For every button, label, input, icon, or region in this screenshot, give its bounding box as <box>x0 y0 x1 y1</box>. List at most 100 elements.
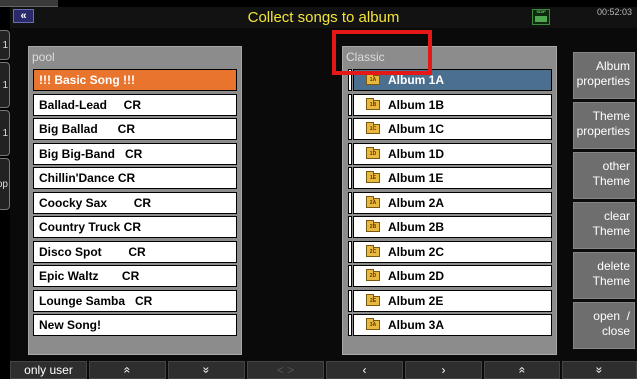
pool-item[interactable]: Big Ballad CR <box>33 118 237 143</box>
album-item[interactable]: 3A Album 3A <box>347 314 552 339</box>
album-marker <box>348 142 352 165</box>
album-marker <box>348 289 352 312</box>
outer-edge-button: op <box>0 158 10 210</box>
clear-theme-button[interactable]: clear Theme <box>573 202 635 249</box>
pool-item[interactable]: Big Big-Band CR <box>33 142 237 168</box>
album-marker <box>348 314 352 336</box>
album-marker <box>348 240 352 263</box>
folder-tag: 2E <box>369 297 377 304</box>
pool-panel: pool !!! Basic Song !!! Ballad-Lead CR B… <box>28 46 242 355</box>
album-item-label: Album 1E <box>388 171 444 185</box>
album-item-label: Album 1C <box>388 122 445 136</box>
pool-item-label: Chillin'Dance CR <box>33 167 237 189</box>
folder-tag: 2C <box>369 248 377 255</box>
album-folder-icon: 2E <box>366 293 380 306</box>
double-chevron-down-icon: » <box>199 366 214 374</box>
highlight-box <box>332 30 432 75</box>
pool-item-label: Coocky Sax CR <box>33 191 237 214</box>
theme-properties-button[interactable]: Theme properties <box>573 102 635 149</box>
pool-list: !!! Basic Song !!! Ballad-Lead CR Big Ba… <box>33 69 237 339</box>
folder-tag: 2D <box>369 273 377 279</box>
folder-tag: 2A <box>369 199 377 206</box>
folder-tag: 1A <box>369 77 377 83</box>
pool-item[interactable]: Ballad-Lead CR <box>33 93 237 119</box>
storage-level <box>535 16 547 22</box>
outer-edge-label: op <box>0 178 8 190</box>
pool-item-label: Big Ballad CR <box>33 118 237 140</box>
outer-edge-button: 1 <box>0 62 10 108</box>
album-scroll-down-button[interactable]: » <box>562 361 637 379</box>
album-item-label: Album 3A <box>388 318 445 332</box>
album-properties-button[interactable]: Album properties <box>573 52 635 99</box>
pool-item[interactable]: New Song! <box>33 314 237 339</box>
album-folder-icon: 1B <box>366 97 380 110</box>
pool-item[interactable]: Epic Waltz CR <box>33 265 237 290</box>
pool-item[interactable]: Country Truck CR <box>33 216 237 241</box>
double-chevron-up-icon: « <box>120 366 135 374</box>
album-folder-icon: 1D <box>366 146 380 159</box>
folder-tag: 1E <box>369 175 377 181</box>
album-item[interactable]: 1C Album 1C <box>347 118 552 143</box>
pool-item[interactable]: Chillin'Dance CR <box>33 167 237 192</box>
pool-item-label: Lounge Samba CR <box>33 289 237 312</box>
only-user-button[interactable]: only user <box>10 361 87 379</box>
album-scroll-up-button[interactable]: « <box>484 361 560 379</box>
pool-scroll-down-button[interactable]: » <box>168 361 245 379</box>
album-item-label: Album 2C <box>388 244 445 259</box>
folder-tag: 2B <box>369 224 377 230</box>
album-item[interactable]: 2D Album 2D <box>347 265 552 290</box>
title-bar: « Collect songs to album SDIP 00:52:03 <box>10 7 637 28</box>
album-item[interactable]: 2A Album 2A <box>347 191 552 217</box>
album-folder-icon: 3A <box>366 318 380 330</box>
curved-arrow-left-icon: ‹ <box>362 363 367 377</box>
pool-item[interactable]: Coocky Sax CR <box>33 191 237 217</box>
open-close-button[interactable]: open / close <box>573 302 635 349</box>
clock: 00:52:03 <box>596 7 632 17</box>
folder-tag: 1B <box>369 101 377 108</box>
album-folder-icon: 2B <box>366 220 380 232</box>
remove-song-button[interactable]: › <box>405 361 482 379</box>
double-chevron-up-icon: « <box>515 366 529 374</box>
album-item-label: Album 1B <box>388 97 445 112</box>
pool-item[interactable]: Disco Spot CR <box>33 240 237 266</box>
move-button[interactable]: < > <box>247 361 324 379</box>
album-folder-icon: 1C <box>366 122 380 134</box>
album-item[interactable]: 2E Album 2E <box>347 289 552 315</box>
album-folder-icon: 2D <box>366 269 380 281</box>
pool-item[interactable]: !!! Basic Song !!! <box>33 69 237 94</box>
pool-item[interactable]: Lounge Samba CR <box>33 289 237 315</box>
folder-tag: 1C <box>369 126 377 132</box>
album-folder-icon: 2C <box>366 244 380 257</box>
album-item[interactable]: 1B Album 1B <box>347 93 552 119</box>
album-item-label: Album 1D <box>388 146 445 161</box>
folder-tag: 3A <box>369 322 377 328</box>
other-theme-button[interactable]: other Theme <box>573 152 635 199</box>
storage-label: SDIP <box>536 9 546 14</box>
album-item-label: Album 2B <box>388 220 445 234</box>
delete-theme-button[interactable]: delete Theme <box>573 252 635 299</box>
storage-icon: SDIP <box>532 9 550 25</box>
album-folder-icon: 1A <box>366 73 380 85</box>
album-folder-icon: 1E <box>366 171 380 183</box>
outer-edge-button: 1 <box>0 30 10 60</box>
album-item[interactable]: 1E Album 1E <box>347 167 552 192</box>
album-item[interactable]: 1D Album 1D <box>347 142 552 168</box>
pool-item-label: Country Truck CR <box>33 216 237 238</box>
album-item[interactable]: 2C Album 2C <box>347 240 552 266</box>
outer-edge-button: 1 <box>0 110 10 156</box>
pool-item-label: Big Big-Band CR <box>33 142 237 165</box>
album-marker <box>348 265 352 287</box>
album-marker <box>348 93 352 116</box>
album-item[interactable]: 2B Album 2B <box>347 216 552 241</box>
organ-screen: « Collect songs to album SDIP 00:52:03 p… <box>10 7 637 379</box>
album-marker <box>348 216 352 238</box>
pool-item-label: Disco Spot CR <box>33 240 237 263</box>
pool-scroll-up-button[interactable]: « <box>89 361 166 379</box>
pool-item-label: Epic Waltz CR <box>33 265 237 287</box>
album-item-label: Album 2D <box>388 269 445 283</box>
add-song-button[interactable]: ‹ <box>326 361 403 379</box>
pool-item-label: New Song! <box>33 314 237 336</box>
bottom-bar: only user « » < > ‹ › « » <box>10 361 637 379</box>
album-folder-icon: 2A <box>366 195 380 208</box>
pool-item-label: Ballad-Lead CR <box>33 93 237 116</box>
